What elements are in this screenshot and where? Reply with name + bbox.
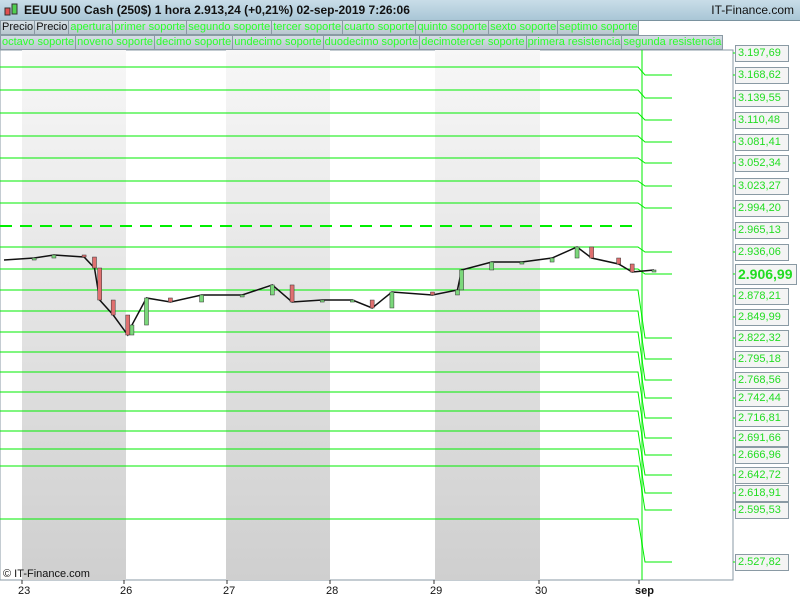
candle	[97, 267, 102, 301]
price-level-label: 3.081,41	[735, 134, 789, 151]
price-level-label: 3.197,69	[735, 45, 789, 62]
candle	[144, 297, 149, 326]
x-tick-label: 28	[326, 585, 339, 597]
current-price-label: 2.906,99	[735, 264, 797, 285]
price-level-label: 3.168,62	[735, 67, 789, 84]
candle	[459, 269, 464, 291]
price-level-label: 2.965,13	[735, 222, 789, 239]
price-level-label: 2.878,21	[735, 288, 789, 305]
candle	[92, 256, 97, 269]
candle	[389, 291, 395, 309]
candle	[129, 324, 135, 336]
candle	[270, 284, 275, 296]
price-level-label: 3.110,48	[735, 112, 789, 129]
price-level-label: 2.691,66	[735, 430, 789, 447]
candle	[319, 299, 325, 303]
x-tick-label: 29	[430, 585, 443, 597]
candle	[199, 294, 204, 303]
price-level-label: 2.936,06	[735, 244, 789, 261]
candle	[430, 291, 435, 296]
candle	[616, 257, 621, 265]
price-level-label: 2.595,53	[735, 502, 789, 519]
candle	[289, 284, 295, 303]
candle	[549, 257, 555, 263]
price-level-label: 2.768,56	[735, 372, 789, 389]
price-level-label: 2.994,20	[735, 200, 789, 217]
price-level-label: 3.139,55	[735, 90, 789, 107]
price-level-label: 2.849,99	[735, 309, 789, 326]
price-level-label: 2.716,81	[735, 410, 789, 427]
candle	[350, 299, 355, 303]
day-band	[435, 50, 540, 580]
day-band	[22, 50, 126, 580]
candle	[519, 261, 525, 265]
candle	[489, 261, 495, 271]
x-tick-label: 27	[223, 585, 236, 597]
candle	[455, 289, 460, 296]
x-tick-label: 23	[18, 585, 31, 597]
price-level-label: 2.642,72	[735, 467, 789, 484]
x-tick-label: sep	[635, 585, 654, 597]
price-level-label: 2.742,44	[735, 390, 789, 407]
price-level-label: 3.023,27	[735, 178, 789, 195]
candle	[31, 257, 37, 261]
price-level-label: 2.822,32	[735, 330, 789, 347]
candle	[651, 269, 657, 273]
x-tick-label: 26	[120, 585, 133, 597]
candle	[125, 314, 131, 336]
price-level-label: 2.666,96	[735, 447, 789, 464]
day-band	[226, 50, 330, 580]
price-level-label: 2.795,18	[735, 351, 789, 368]
price-chart[interactable]	[0, 0, 800, 600]
candle	[81, 254, 87, 258]
copyright: © IT-Finance.com	[3, 568, 90, 580]
candle	[110, 299, 116, 316]
price-level-label: 2.527,82	[735, 554, 789, 571]
x-tick-label: 30	[535, 585, 548, 597]
candle	[574, 246, 580, 259]
candle	[589, 246, 594, 259]
candle	[629, 263, 635, 273]
candle	[369, 299, 375, 309]
price-level-label: 2.618,91	[735, 485, 789, 502]
candle	[168, 297, 173, 303]
price-level-label: 3.052,34	[735, 155, 789, 172]
candle	[51, 254, 57, 259]
candle	[239, 294, 245, 298]
